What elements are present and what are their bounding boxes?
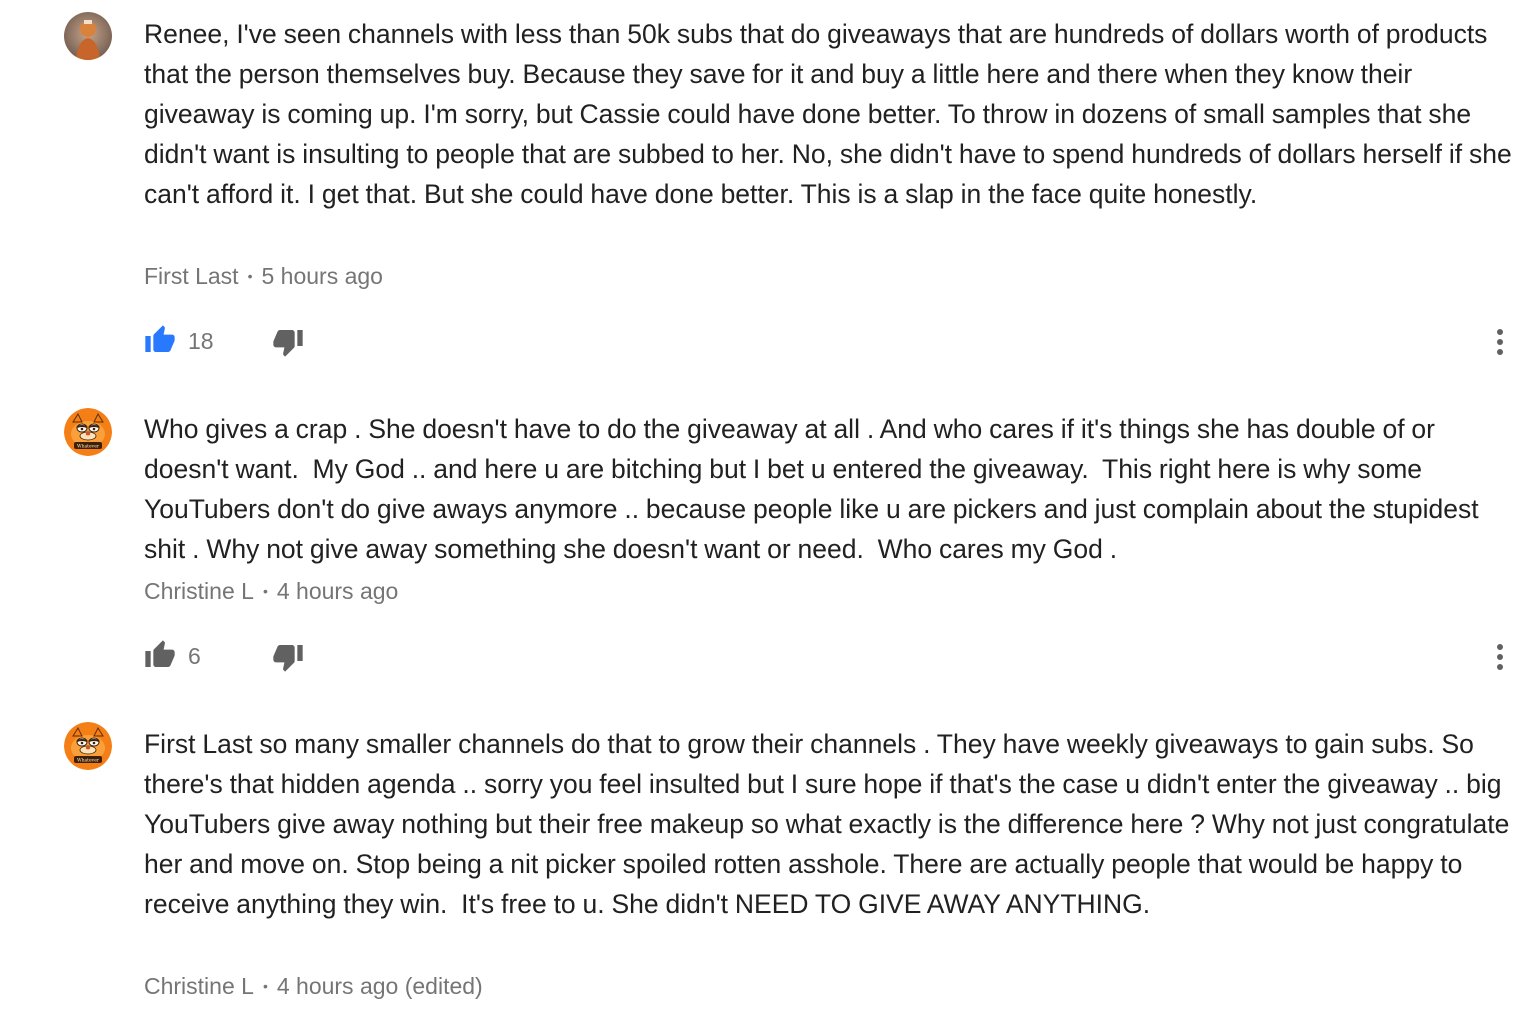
user-avatar[interactable]: Whatever bbox=[64, 722, 112, 770]
timestamp: 4 hours ago (edited) bbox=[276, 973, 483, 999]
author-name[interactable]: First Last bbox=[144, 263, 239, 289]
more-options-button[interactable] bbox=[1488, 324, 1512, 360]
thumbs-up-icon bbox=[145, 325, 175, 352]
comment-text: Renee, I've seen channels with less than… bbox=[144, 19, 1519, 209]
comment-meta: Christine L • 4 hours ago (edited) bbox=[144, 973, 483, 1000]
meta-separator: • bbox=[262, 977, 268, 994]
more-options-button[interactable] bbox=[1488, 639, 1512, 675]
comment-meta: First Last • 5 hours ago bbox=[144, 263, 383, 290]
more-vert-icon bbox=[1497, 329, 1503, 355]
thumbs-down-icon bbox=[273, 645, 303, 672]
timestamp: 4 hours ago bbox=[276, 578, 399, 604]
avatar-caption: Whatever bbox=[77, 444, 100, 450]
user-avatar[interactable]: Whatever bbox=[64, 408, 112, 456]
dislike-button[interactable] bbox=[272, 641, 304, 673]
author-name[interactable]: Christine L bbox=[144, 578, 254, 604]
comment-actions: 6 bbox=[144, 639, 1524, 679]
comment-meta: Christine L • 4 hours ago bbox=[144, 578, 398, 605]
like-count: 6 bbox=[188, 643, 201, 669]
more-vert-icon bbox=[1497, 644, 1503, 670]
meta-separator: • bbox=[262, 582, 268, 599]
comment-actions: 18 bbox=[144, 324, 1524, 364]
user-avatar-photo-icon bbox=[64, 12, 112, 60]
comment-text: First Last so many smaller channels do t… bbox=[144, 729, 1517, 919]
like-button[interactable] bbox=[144, 639, 176, 671]
author-name[interactable]: Christine L bbox=[144, 973, 254, 999]
like-button[interactable] bbox=[144, 324, 176, 356]
thumbs-down-icon bbox=[273, 330, 303, 357]
like-count: 18 bbox=[188, 328, 214, 354]
avatar-caption: Whatever bbox=[77, 758, 100, 764]
garfield-avatar-icon: Whatever bbox=[64, 722, 112, 770]
meta-separator: • bbox=[247, 267, 253, 284]
timestamp: 5 hours ago bbox=[261, 263, 383, 289]
comment-text: Who gives a crap . She doesn't have to d… bbox=[144, 414, 1486, 564]
thumbs-up-icon bbox=[145, 640, 175, 667]
dislike-button[interactable] bbox=[272, 326, 304, 358]
user-avatar[interactable] bbox=[64, 12, 112, 60]
garfield-avatar-icon: Whatever bbox=[64, 408, 112, 456]
